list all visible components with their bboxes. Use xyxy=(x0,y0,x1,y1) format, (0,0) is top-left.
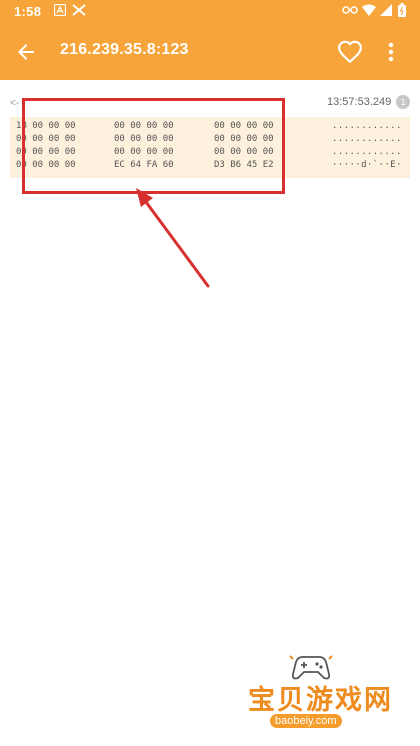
page-title: 216.239.35.8:123 xyxy=(60,41,189,58)
favorite-heart-icon[interactable] xyxy=(337,39,363,65)
wifi-icon xyxy=(362,4,376,16)
watermark: 宝贝游戏网 baobeiy.com xyxy=(240,650,393,740)
more-options-icon[interactable] xyxy=(383,39,399,65)
back-arrow-icon[interactable] xyxy=(14,40,38,64)
watermark-text: 宝贝游戏网 xyxy=(248,685,393,715)
watermark-url: baobeiy.com xyxy=(270,714,342,728)
packet-count-badge: 1 xyxy=(396,95,410,109)
status-bar: 1:58 xyxy=(0,0,420,24)
ascii-column: ............ xyxy=(332,121,402,131)
status-time: 1:58 xyxy=(14,4,42,19)
ascii-column: ·····d·`··E· xyxy=(332,160,402,170)
app-bar: 216.239.35.8:123 xyxy=(0,24,420,80)
direction-indicator: <- xyxy=(10,98,20,109)
battery-icon xyxy=(398,3,406,17)
annotation-highlight-box xyxy=(22,98,285,194)
signal-icon xyxy=(380,4,392,16)
notification-a-icon xyxy=(54,4,66,16)
ascii-column: ............ xyxy=(332,147,402,157)
ascii-column: ............ xyxy=(332,134,402,144)
vpn-key-icon xyxy=(342,6,358,14)
packet-timestamp: 13:57:53.249 xyxy=(327,96,392,108)
tools-icon xyxy=(72,4,86,16)
